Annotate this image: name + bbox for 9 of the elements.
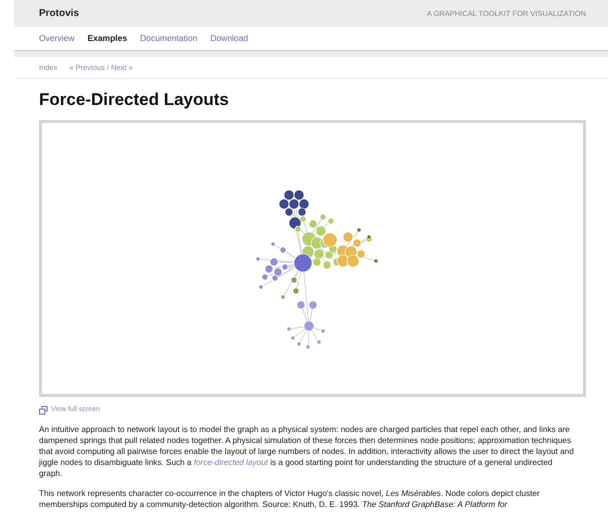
nav-tab[interactable]: Overview xyxy=(39,32,74,45)
page-title: Force-Directed Layouts xyxy=(39,89,230,111)
nav-tab[interactable]: Documentation xyxy=(140,32,198,45)
nav-tab[interactable]: Download xyxy=(210,32,248,45)
inline-link[interactable]: force-directed layout xyxy=(194,458,268,468)
source-paragraph: This network represents character co-occurrence in the chapters of Victor Hugo's classic novel, Les Misérables. Node colors depict cluster memberships computed by a community-detection algorithm. Source: Knuth, D. E. 1993. The Stanford GraphBase: A Platform for xyxy=(39,488,541,510)
nav-tab[interactable]: Examples xyxy=(87,32,128,45)
description-paragraph: An intuitive approach to network layout is to model the graph as a physical system: nodes are charged particles that repel each other, and links are dampened springs that pull related nodes together. A physical simulation of these forces then determines node positions; approximation techniques that avoid computing all pairwise forces enable the layout of large numbers of nodes. In addition, interactivity allows the user to direct the layout and jiggle nodes to disambiguate links. Such a force-directed layout is a good starting point for understanding the structure of a general undirected graph. xyxy=(39,424,574,480)
brand-title: Protovis xyxy=(39,7,80,21)
